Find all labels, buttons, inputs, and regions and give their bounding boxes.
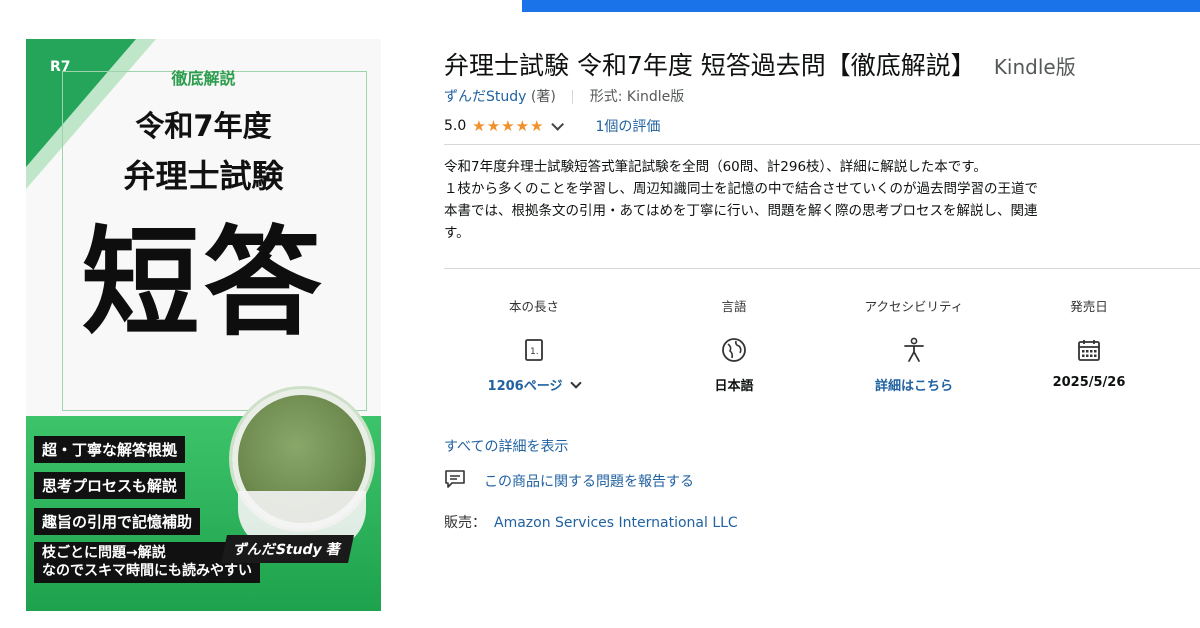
chevron-down-icon[interactable] xyxy=(570,377,583,389)
product-specs: 本の長さ 1. 1206ページ 言語 日本語 アクセシビリティ 詳細はこちら 発… xyxy=(444,296,1200,406)
product-format: Kindle版 xyxy=(993,55,1076,79)
spec-length: 本の長さ 1. 1206ページ xyxy=(444,296,624,394)
cover-main-title: 短答 xyxy=(81,214,326,352)
product-title-text: 弁理士試験 令和7年度 短答過去問【徹底解説】 xyxy=(444,51,976,80)
cover-exam: 弁理士試験 xyxy=(123,157,284,195)
format-text: 形式: Kindle版 xyxy=(589,89,685,105)
description-line: 本書では、根拠条文の引用・あてはめを丁寧に行い、問題を解く際の思考プロセスを解説… xyxy=(444,202,1038,219)
cover-bullet: 思考プロセスも解説 xyxy=(34,472,186,499)
page-icon: 1. xyxy=(521,337,547,363)
spec-value-language: 日本語 xyxy=(714,379,754,394)
description-line: す。 xyxy=(444,224,470,241)
product-title: 弁理士試験 令和7年度 短答過去問【徹底解説】 Kindle版 xyxy=(444,46,1076,82)
cover-bullet: 趣旨の引用で記憶補助 xyxy=(34,508,201,535)
feedback-icon xyxy=(444,469,484,493)
description-line: 令和7年度弁理士試験短答式筆記試験を全問（60問、計296枝）、詳細に解説した本… xyxy=(444,159,987,175)
cover-bullet: 超・丁寧な解答根拠 xyxy=(34,436,186,463)
seller-label: 販売： xyxy=(444,515,486,531)
author-link[interactable]: ずんだStudy xyxy=(444,89,526,105)
rating-value: 5.0 xyxy=(444,118,467,134)
seller-link[interactable]: Amazon Services International LLC xyxy=(494,515,738,531)
product-description: 令和7年度弁理士試験短答式筆記試験を全問（60問、計296枝）、詳細に解説した本… xyxy=(444,157,1200,244)
report-text[interactable]: この商品に関する問題を報告する xyxy=(484,471,694,491)
spec-label: 発売日 xyxy=(1070,299,1108,314)
divider xyxy=(444,268,1200,269)
description-line: １枝から多くのことを学習し、周辺知識同士を記憶の中で結合させていくのが過去問学習… xyxy=(444,180,1038,197)
calendar-icon xyxy=(1076,337,1102,363)
spec-value-date: 2025/5/26 xyxy=(1052,375,1126,390)
report-issue-link[interactable]: この商品に関する問題を報告する xyxy=(444,469,694,493)
spec-accessibility: アクセシビリティ 詳細はこちら xyxy=(824,296,1004,394)
accessibility-icon xyxy=(901,337,927,363)
svg-text:1.: 1. xyxy=(530,347,539,357)
seller-row: 販売： Amazon Services International LLC xyxy=(444,512,738,532)
divider xyxy=(444,144,1200,145)
spec-value-pages[interactable]: 1206ページ xyxy=(444,375,624,394)
pages-text: 1206ページ xyxy=(487,379,563,394)
spec-label: 言語 xyxy=(721,299,747,314)
cover-year: 令和7年度 xyxy=(135,109,272,143)
byline: ずんだStudy (著) 形式: Kindle版 xyxy=(444,86,684,106)
author-role: (著) xyxy=(530,89,556,105)
cover-author: ずんだStudy 著 xyxy=(221,535,354,563)
globe-icon xyxy=(721,337,747,363)
reviews-link[interactable]: 1個の評価 xyxy=(596,116,661,136)
chevron-down-icon[interactable] xyxy=(550,117,564,131)
rating-row: 5.0 ★★★★★ 1個の評価 xyxy=(444,116,660,136)
spec-label: アクセシビリティ xyxy=(864,299,964,314)
cover-subtitle: 徹底解説 xyxy=(171,69,236,88)
accessibility-link[interactable]: 詳細はこちら xyxy=(824,375,1004,394)
book-cover[interactable]: R7 徹底解説 令和7年度 弁理士試験 短答 超・丁寧な解答根拠 思考プロセスも… xyxy=(26,39,381,611)
star-rating-icon[interactable]: ★★★★★ xyxy=(472,117,544,135)
top-accent-bar xyxy=(522,0,1200,12)
spec-label: 本の長さ xyxy=(508,299,559,314)
spec-release-date: 発売日 2025/5/26 xyxy=(999,296,1179,390)
all-details-link[interactable]: すべての詳細を表示 xyxy=(444,436,568,456)
spec-language: 言語 日本語 xyxy=(644,296,824,394)
byline-divider xyxy=(572,90,574,104)
